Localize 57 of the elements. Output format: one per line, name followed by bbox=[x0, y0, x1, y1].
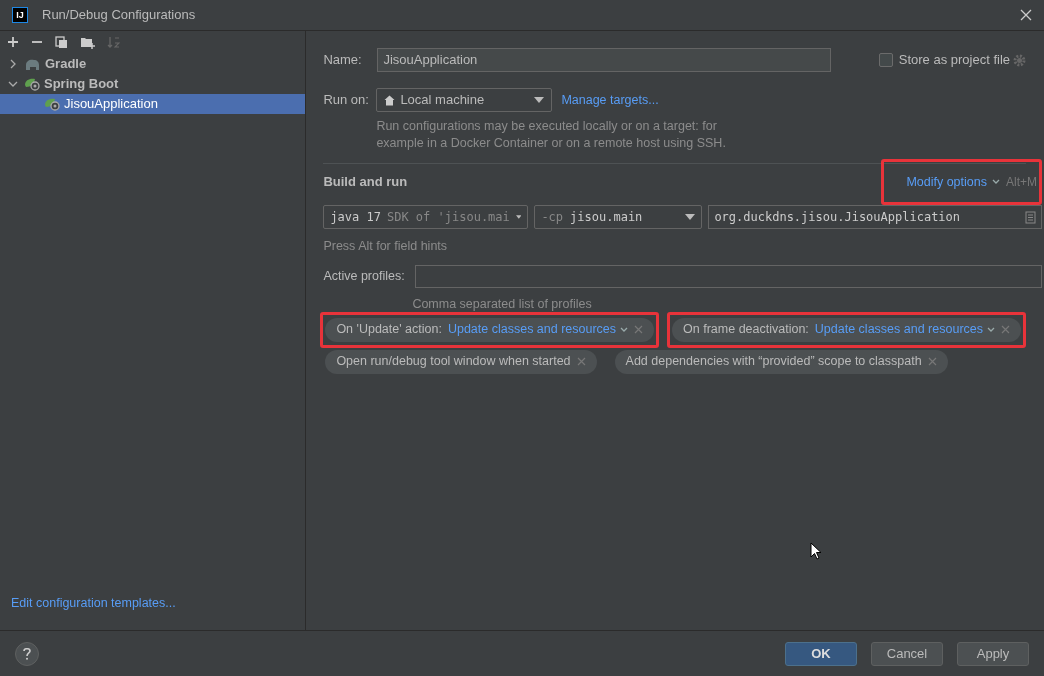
app-logo: IJ bbox=[12, 7, 28, 23]
caret-icon bbox=[987, 326, 995, 333]
chip-label: Open run/debug tool window when started bbox=[336, 353, 571, 371]
window-title: Run/Debug Configurations bbox=[42, 6, 196, 25]
hint-text: Run configurations may be executed locally or on a target: for example in a Docker Container or on a remote host using SSH. bbox=[376, 118, 727, 152]
copy-icon[interactable] bbox=[55, 35, 68, 49]
chevron-down-icon[interactable] bbox=[8, 79, 18, 89]
spring-boot-icon bbox=[24, 77, 40, 91]
dropdown-arrow-icon bbox=[515, 214, 522, 220]
chip-label: On frame deactivation: bbox=[683, 321, 809, 339]
close-icon[interactable] bbox=[1020, 9, 1032, 21]
profiles-field[interactable] bbox=[415, 264, 1042, 288]
home-icon bbox=[384, 94, 396, 106]
tree-item[interactable]: JisouApplication bbox=[0, 94, 306, 114]
field-label: Run on: bbox=[323, 91, 370, 110]
tree-label: Spring Boot bbox=[44, 75, 119, 94]
gear-icon[interactable] bbox=[1013, 53, 1026, 67]
dialog-button[interactable]: Cancel bbox=[871, 641, 943, 666]
add-icon[interactable] bbox=[7, 36, 19, 48]
tree-label: JisouApplication bbox=[64, 95, 158, 114]
dropdown-arrow-icon bbox=[534, 97, 545, 103]
chevron-right-icon[interactable] bbox=[8, 59, 18, 69]
dialog-button[interactable]: Apply bbox=[957, 641, 1029, 666]
caret-icon bbox=[620, 326, 629, 333]
document-icon[interactable] bbox=[1025, 210, 1036, 224]
mouse-cursor-icon bbox=[810, 542, 822, 560]
tree-item[interactable]: Gradle bbox=[0, 54, 306, 74]
field-label: Name: bbox=[323, 51, 363, 70]
shortcut-text: Alt+M bbox=[1006, 174, 1037, 191]
manage-targets-link[interactable]: Manage targets... bbox=[561, 90, 659, 110]
templates-link[interactable]: Edit configuration templates... bbox=[11, 594, 176, 613]
question-icon bbox=[23, 647, 31, 660]
tree-label: Gradle bbox=[45, 55, 87, 74]
caret-icon bbox=[992, 179, 1000, 185]
run-on-dropdown[interactable]: Local machine bbox=[376, 88, 553, 112]
checkbox[interactable] bbox=[878, 53, 893, 67]
chip-label: Add dependencies with “provided” scope to classpath bbox=[625, 353, 922, 371]
chip-label: On 'Update' action: bbox=[336, 321, 442, 339]
hint-text: Comma separated list of profiles bbox=[412, 296, 593, 311]
sdk-dropdown[interactable]: java 17 SDK of 'jisou.mai bbox=[323, 205, 529, 229]
spring-boot-icon bbox=[44, 97, 60, 111]
dropdown-arrow-icon bbox=[685, 214, 696, 220]
field-label: Active profiles: bbox=[323, 267, 406, 285]
classpath-dropdown[interactable]: -cp jisou.main bbox=[534, 205, 703, 229]
name-field[interactable]: JisouApplication bbox=[377, 48, 832, 72]
help-button[interactable] bbox=[15, 641, 39, 666]
section-title: Build and run bbox=[323, 173, 408, 192]
modify-options-link[interactable]: Modify options bbox=[906, 172, 1000, 192]
option-value-link[interactable]: Update classes and resources bbox=[447, 320, 629, 340]
tree-item[interactable]: Spring Boot bbox=[0, 74, 306, 94]
dialog-button[interactable]: OK bbox=[785, 641, 857, 666]
sort-icon[interactable] bbox=[107, 35, 120, 49]
checkbox-label: Store as project file bbox=[898, 51, 1010, 70]
folder-add-icon[interactable] bbox=[80, 35, 95, 49]
hint-text: Press Alt for field hints bbox=[323, 238, 449, 255]
main-class-field[interactable]: org.duckdns.jisou.JisouApplication bbox=[708, 205, 1042, 229]
option-value-link[interactable]: Update classes and resources bbox=[814, 320, 995, 340]
